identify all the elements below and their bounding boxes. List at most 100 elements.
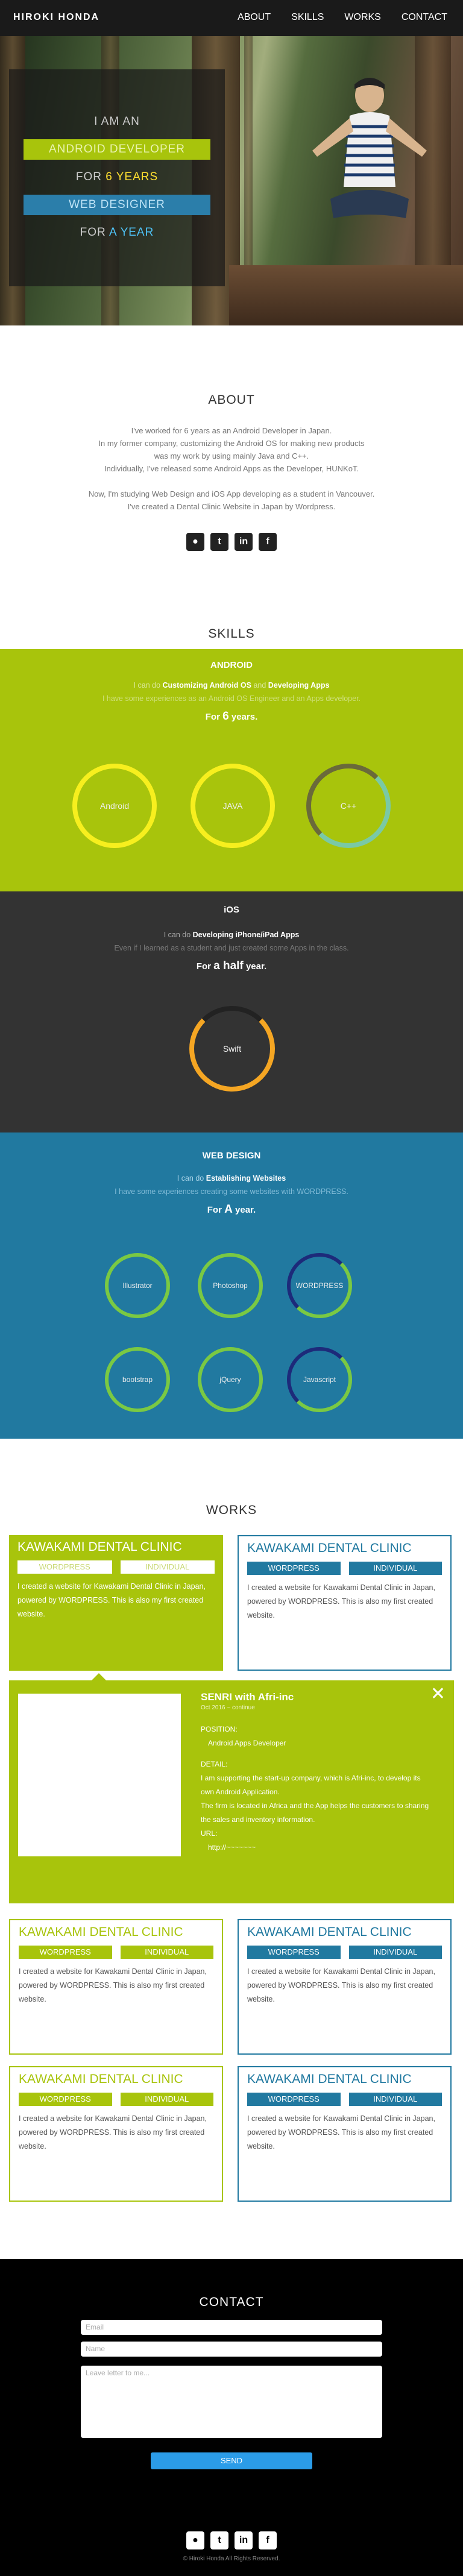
work-tag-individual: INDIVIDUAL [348, 1562, 442, 1575]
work-card-title: KAWAKAMI DENTAL CLINIC [17, 1540, 182, 1554]
hero-line-years: FOR 6 YEARS [9, 167, 225, 187]
skill-ios: iOS I can do Developing iPhone/iPad Apps… [0, 891, 463, 1132]
close-icon[interactable]: ✕ [430, 1685, 446, 1703]
nav-about[interactable]: ABOUT [238, 12, 271, 23]
skill-circle-swift: Swift [189, 1006, 275, 1092]
work-card-text: I created a website for Kawakami Dental … [247, 1967, 435, 2003]
work-tag-wordpress: WORDPRESS [17, 1560, 112, 1574]
work-card[interactable]: KAWAKAMI DENTAL CLINIC WORDPRESS INDIVIDU… [238, 1535, 452, 1671]
linkedin-icon[interactable]: in [235, 533, 253, 551]
work-card[interactable]: KAWAKAMI DENTAL CLINIC WORDPRESS INDIVIDU… [9, 1535, 223, 1671]
skill-android-sub2: I have some experiences as an Android OS… [102, 694, 361, 703]
message-textarea[interactable]: Leave letter to me... [81, 2366, 382, 2438]
twitter-icon[interactable]: t [210, 533, 228, 551]
work-card[interactable]: KAWAKAMI DENTAL CLINIC WORDPRESS INDIVIDU… [9, 1919, 223, 2055]
about-line: Individually, I've released some Android… [104, 464, 359, 473]
nav-skills[interactable]: SKILLS [291, 12, 324, 23]
works-title: WORKS [206, 1503, 257, 1517]
skill-circle-bootstrap: bootstrap [105, 1347, 170, 1412]
work-tag-wordpress: WORDPRESS [247, 1946, 341, 1959]
skill-circle-javascript: Javascript [287, 1347, 352, 1412]
contact-section: CONTACT Email Name Leave letter to me...… [0, 2259, 463, 2576]
work-card[interactable]: KAWAKAMI DENTAL CLINIC WORDPRESS INDIVIDU… [238, 2066, 452, 2202]
skill-ios-sub2: Even if I learned as a student and just … [114, 944, 349, 952]
footer-social-links: ● t in f [0, 2531, 463, 2549]
work-detail-title: SENRI with Afri-inc [201, 1691, 294, 1703]
work-tag-wordpress: WORDPRESS [247, 2093, 341, 2106]
skill-web-duration: For A year. [207, 1203, 256, 1216]
linkedin-icon[interactable]: in [235, 2531, 253, 2549]
work-card-title: KAWAKAMI DENTAL CLINIC [247, 2072, 412, 2086]
work-detail-image [18, 1694, 181, 1856]
work-card[interactable]: KAWAKAMI DENTAL CLINIC WORDPRESS INDIVIDU… [9, 2066, 223, 2202]
skill-ios-sub1: I can do Developing iPhone/iPad Apps [163, 931, 300, 939]
work-detail-date: Oct 2016 ~ continue [201, 1704, 255, 1711]
work-tag-wordpress: WORDPRESS [19, 2093, 112, 2106]
work-tag-individual: INDIVIDUAL [120, 2093, 213, 2106]
hero-year-value: A YEAR [109, 226, 154, 239]
about-line: I've created a Dental Clinic Website in … [127, 502, 336, 511]
work-tag-individual: INDIVIDUAL [120, 1946, 213, 1959]
skill-web-sub2: I have some experiences creating some we… [115, 1187, 348, 1196]
email-field[interactable]: Email [81, 2320, 382, 2335]
skill-ios-duration: For a half year. [196, 960, 267, 972]
about-title: ABOUT [208, 393, 255, 407]
work-detail-panel: SENRI with Afri-inc Oct 2016 ~ continue … [9, 1680, 454, 1903]
facebook-icon[interactable]: f [259, 2531, 277, 2549]
hero-years-value: 6 YEARS [106, 171, 159, 183]
contact-title: CONTACT [199, 2295, 264, 2309]
name-field[interactable]: Name [81, 2342, 382, 2357]
github-icon[interactable]: ● [186, 2531, 204, 2549]
about-line: I've worked for 6 years as an Android De… [131, 426, 332, 435]
skill-circle-wordpress: WORDPRESS [287, 1253, 352, 1318]
work-detail-url[interactable]: http://~~~~~~~ [201, 1841, 442, 1855]
copyright: © Hiroki Honda All Rights Reserved. [183, 2556, 280, 2562]
skill-circle-cpp: C++ [306, 764, 391, 848]
about-text: I've worked for 6 years as an Android De… [0, 424, 463, 513]
skill-web-sub1: I can do Establishing Websites [177, 1174, 286, 1183]
work-tag-individual: INDIVIDUAL [348, 2093, 442, 2106]
hero-line-1: I AM AN [94, 115, 140, 128]
work-card-text: I created a website for Kawakami Dental … [247, 1583, 435, 1619]
github-icon[interactable]: ● [186, 533, 204, 551]
skill-android-title: ANDROID [210, 660, 253, 670]
brand-logo[interactable]: HIROKI HONDA [13, 12, 99, 23]
skill-android: ANDROID I can do Customizing Android OS … [0, 649, 463, 891]
work-card-title: KAWAKAMI DENTAL CLINIC [19, 2072, 183, 2086]
hero-line-year: FOR A YEAR [9, 222, 225, 243]
work-card-text: I created a website for Kawakami Dental … [17, 1582, 206, 1618]
work-tag-wordpress: WORDPRESS [247, 1562, 341, 1575]
detail-pointer [92, 1673, 106, 1680]
skills-title: SKILLS [208, 627, 255, 641]
skill-circle-jquery: jQuery [198, 1347, 263, 1412]
person-photo [312, 78, 427, 218]
work-card-text: I created a website for Kawakami Dental … [19, 1967, 207, 2003]
skill-circle-illustrator: Illustrator [105, 1253, 170, 1318]
nav-works[interactable]: WORKS [344, 12, 380, 23]
header: HIROKI HONDA ABOUT SKILLS WORKS CONTACT [0, 0, 463, 36]
about-line: was my work by using mainly Java and C++… [154, 451, 309, 460]
hero-line-android: ANDROID DEVELOPER [24, 139, 210, 160]
facebook-icon[interactable]: f [259, 533, 277, 551]
nav-contact[interactable]: CONTACT [402, 12, 447, 23]
nav-menu: ABOUT SKILLS WORKS CONTACT [217, 12, 447, 23]
work-detail-body: POSITION: Android Apps Developer DETAIL:… [201, 1723, 442, 1855]
skill-web: WEB DESIGN I can do Establishing Website… [0, 1132, 463, 1439]
skill-web-title: WEB DESIGN [202, 1151, 261, 1161]
work-card-title: KAWAKAMI DENTAL CLINIC [19, 1925, 183, 1939]
work-card-title: KAWAKAMI DENTAL CLINIC [247, 1925, 412, 1939]
about-line: In my former company, customizing the An… [98, 439, 365, 448]
about-line: Now, I'm studying Web Design and iOS App… [88, 489, 375, 498]
skill-ios-title: iOS [224, 905, 239, 915]
twitter-icon[interactable]: t [210, 2531, 228, 2549]
work-tag-individual: INDIVIDUAL [120, 1560, 215, 1574]
work-card[interactable]: KAWAKAMI DENTAL CLINIC WORDPRESS INDIVIDU… [238, 1919, 452, 2055]
hero-image: I AM AN ANDROID DEVELOPER FOR 6 YEARS WE… [0, 36, 463, 325]
skill-circle-java: JAVA [191, 764, 275, 848]
work-tag-wordpress: WORDPRESS [19, 1946, 112, 1959]
skill-circle-photoshop: Photoshop [198, 1253, 263, 1318]
send-button[interactable]: SEND [151, 2452, 312, 2469]
hero-for-2: FOR [80, 226, 106, 239]
work-tag-individual: INDIVIDUAL [348, 1946, 442, 1959]
skill-android-sub1: I can do Customizing Android OS and Deve… [133, 681, 330, 690]
